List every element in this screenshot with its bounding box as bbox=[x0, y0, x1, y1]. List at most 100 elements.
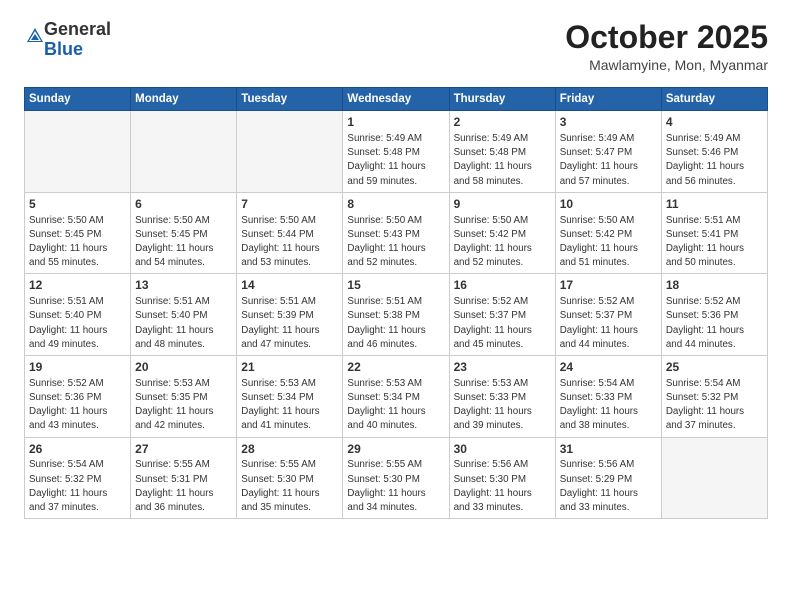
day-info: Sunrise: 5:50 AM Sunset: 5:42 PM Dayligh… bbox=[454, 214, 551, 271]
day-info: Sunrise: 5:51 AM Sunset: 5:40 PM Dayligh… bbox=[135, 295, 232, 352]
day-info: Sunrise: 5:50 AM Sunset: 5:45 PM Dayligh… bbox=[29, 214, 126, 271]
col-header-friday: Friday bbox=[555, 88, 661, 111]
day-info: Sunrise: 5:52 AM Sunset: 5:37 PM Dayligh… bbox=[560, 295, 657, 352]
day-info: Sunrise: 5:53 AM Sunset: 5:33 PM Dayligh… bbox=[454, 377, 551, 434]
day-info: Sunrise: 5:49 AM Sunset: 5:46 PM Dayligh… bbox=[666, 132, 763, 189]
day-info: Sunrise: 5:56 AM Sunset: 5:30 PM Dayligh… bbox=[454, 458, 551, 515]
calendar-cell: 13Sunrise: 5:51 AM Sunset: 5:40 PM Dayli… bbox=[131, 274, 237, 356]
calendar-cell: 21Sunrise: 5:53 AM Sunset: 5:34 PM Dayli… bbox=[237, 356, 343, 438]
calendar-week-1: 1Sunrise: 5:49 AM Sunset: 5:48 PM Daylig… bbox=[25, 111, 768, 193]
day-number: 22 bbox=[347, 359, 444, 376]
day-info: Sunrise: 5:55 AM Sunset: 5:31 PM Dayligh… bbox=[135, 458, 232, 515]
day-info: Sunrise: 5:53 AM Sunset: 5:34 PM Dayligh… bbox=[241, 377, 338, 434]
logo-blue: Blue bbox=[44, 39, 83, 59]
calendar-cell: 15Sunrise: 5:51 AM Sunset: 5:38 PM Dayli… bbox=[343, 274, 449, 356]
calendar-cell: 9Sunrise: 5:50 AM Sunset: 5:42 PM Daylig… bbox=[449, 192, 555, 274]
calendar-cell: 4Sunrise: 5:49 AM Sunset: 5:46 PM Daylig… bbox=[661, 111, 767, 193]
day-info: Sunrise: 5:56 AM Sunset: 5:29 PM Dayligh… bbox=[560, 458, 657, 515]
calendar-cell: 6Sunrise: 5:50 AM Sunset: 5:45 PM Daylig… bbox=[131, 192, 237, 274]
day-number: 27 bbox=[135, 441, 232, 458]
day-number: 21 bbox=[241, 359, 338, 376]
day-info: Sunrise: 5:52 AM Sunset: 5:36 PM Dayligh… bbox=[29, 377, 126, 434]
subtitle: Mawlamyine, Mon, Myanmar bbox=[565, 57, 768, 73]
calendar-cell bbox=[131, 111, 237, 193]
day-number: 16 bbox=[454, 277, 551, 294]
day-info: Sunrise: 5:51 AM Sunset: 5:39 PM Dayligh… bbox=[241, 295, 338, 352]
day-number: 18 bbox=[666, 277, 763, 294]
day-number: 13 bbox=[135, 277, 232, 294]
day-info: Sunrise: 5:53 AM Sunset: 5:34 PM Dayligh… bbox=[347, 377, 444, 434]
col-header-sunday: Sunday bbox=[25, 88, 131, 111]
day-info: Sunrise: 5:51 AM Sunset: 5:40 PM Dayligh… bbox=[29, 295, 126, 352]
calendar-cell: 31Sunrise: 5:56 AM Sunset: 5:29 PM Dayli… bbox=[555, 437, 661, 519]
calendar-cell: 14Sunrise: 5:51 AM Sunset: 5:39 PM Dayli… bbox=[237, 274, 343, 356]
day-number: 2 bbox=[454, 114, 551, 131]
col-header-wednesday: Wednesday bbox=[343, 88, 449, 111]
day-number: 10 bbox=[560, 196, 657, 213]
day-info: Sunrise: 5:49 AM Sunset: 5:48 PM Dayligh… bbox=[454, 132, 551, 189]
calendar-cell: 26Sunrise: 5:54 AM Sunset: 5:32 PM Dayli… bbox=[25, 437, 131, 519]
day-info: Sunrise: 5:49 AM Sunset: 5:48 PM Dayligh… bbox=[347, 132, 444, 189]
day-info: Sunrise: 5:54 AM Sunset: 5:33 PM Dayligh… bbox=[560, 377, 657, 434]
day-number: 29 bbox=[347, 441, 444, 458]
calendar-week-5: 26Sunrise: 5:54 AM Sunset: 5:32 PM Dayli… bbox=[25, 437, 768, 519]
day-info: Sunrise: 5:53 AM Sunset: 5:35 PM Dayligh… bbox=[135, 377, 232, 434]
day-info: Sunrise: 5:54 AM Sunset: 5:32 PM Dayligh… bbox=[666, 377, 763, 434]
calendar-cell bbox=[25, 111, 131, 193]
day-info: Sunrise: 5:50 AM Sunset: 5:42 PM Dayligh… bbox=[560, 214, 657, 271]
calendar-cell: 10Sunrise: 5:50 AM Sunset: 5:42 PM Dayli… bbox=[555, 192, 661, 274]
day-number: 25 bbox=[666, 359, 763, 376]
logo-icon bbox=[26, 27, 44, 45]
day-number: 11 bbox=[666, 196, 763, 213]
calendar-cell: 5Sunrise: 5:50 AM Sunset: 5:45 PM Daylig… bbox=[25, 192, 131, 274]
calendar-cell: 23Sunrise: 5:53 AM Sunset: 5:33 PM Dayli… bbox=[449, 356, 555, 438]
col-header-tuesday: Tuesday bbox=[237, 88, 343, 111]
header: General Blue October 2025 Mawlamyine, Mo… bbox=[24, 20, 768, 73]
day-number: 4 bbox=[666, 114, 763, 131]
month-title: October 2025 bbox=[565, 20, 768, 55]
calendar-cell: 18Sunrise: 5:52 AM Sunset: 5:36 PM Dayli… bbox=[661, 274, 767, 356]
logo: General Blue bbox=[24, 20, 111, 60]
calendar-page: General Blue October 2025 Mawlamyine, Mo… bbox=[0, 0, 792, 535]
day-number: 7 bbox=[241, 196, 338, 213]
calendar-cell: 22Sunrise: 5:53 AM Sunset: 5:34 PM Dayli… bbox=[343, 356, 449, 438]
calendar-cell: 11Sunrise: 5:51 AM Sunset: 5:41 PM Dayli… bbox=[661, 192, 767, 274]
day-number: 24 bbox=[560, 359, 657, 376]
day-number: 12 bbox=[29, 277, 126, 294]
calendar-cell: 16Sunrise: 5:52 AM Sunset: 5:37 PM Dayli… bbox=[449, 274, 555, 356]
calendar-cell bbox=[661, 437, 767, 519]
day-number: 15 bbox=[347, 277, 444, 294]
logo-general: General bbox=[44, 19, 111, 39]
calendar-cell: 19Sunrise: 5:52 AM Sunset: 5:36 PM Dayli… bbox=[25, 356, 131, 438]
day-number: 5 bbox=[29, 196, 126, 213]
day-info: Sunrise: 5:50 AM Sunset: 5:45 PM Dayligh… bbox=[135, 214, 232, 271]
logo-text: General Blue bbox=[44, 20, 111, 60]
day-info: Sunrise: 5:55 AM Sunset: 5:30 PM Dayligh… bbox=[347, 458, 444, 515]
calendar-cell: 29Sunrise: 5:55 AM Sunset: 5:30 PM Dayli… bbox=[343, 437, 449, 519]
calendar-cell: 17Sunrise: 5:52 AM Sunset: 5:37 PM Dayli… bbox=[555, 274, 661, 356]
title-block: October 2025 Mawlamyine, Mon, Myanmar bbox=[565, 20, 768, 73]
day-number: 3 bbox=[560, 114, 657, 131]
day-info: Sunrise: 5:54 AM Sunset: 5:32 PM Dayligh… bbox=[29, 458, 126, 515]
day-number: 6 bbox=[135, 196, 232, 213]
day-info: Sunrise: 5:55 AM Sunset: 5:30 PM Dayligh… bbox=[241, 458, 338, 515]
day-number: 23 bbox=[454, 359, 551, 376]
calendar-cell: 20Sunrise: 5:53 AM Sunset: 5:35 PM Dayli… bbox=[131, 356, 237, 438]
calendar-cell: 2Sunrise: 5:49 AM Sunset: 5:48 PM Daylig… bbox=[449, 111, 555, 193]
day-number: 1 bbox=[347, 114, 444, 131]
day-number: 26 bbox=[29, 441, 126, 458]
day-number: 8 bbox=[347, 196, 444, 213]
col-header-thursday: Thursday bbox=[449, 88, 555, 111]
calendar-cell: 30Sunrise: 5:56 AM Sunset: 5:30 PM Dayli… bbox=[449, 437, 555, 519]
day-info: Sunrise: 5:51 AM Sunset: 5:38 PM Dayligh… bbox=[347, 295, 444, 352]
calendar-cell bbox=[237, 111, 343, 193]
calendar-cell: 24Sunrise: 5:54 AM Sunset: 5:33 PM Dayli… bbox=[555, 356, 661, 438]
calendar-cell: 1Sunrise: 5:49 AM Sunset: 5:48 PM Daylig… bbox=[343, 111, 449, 193]
calendar-cell: 25Sunrise: 5:54 AM Sunset: 5:32 PM Dayli… bbox=[661, 356, 767, 438]
calendar-cell: 7Sunrise: 5:50 AM Sunset: 5:44 PM Daylig… bbox=[237, 192, 343, 274]
calendar-cell: 28Sunrise: 5:55 AM Sunset: 5:30 PM Dayli… bbox=[237, 437, 343, 519]
day-number: 28 bbox=[241, 441, 338, 458]
day-number: 31 bbox=[560, 441, 657, 458]
day-number: 20 bbox=[135, 359, 232, 376]
day-number: 19 bbox=[29, 359, 126, 376]
